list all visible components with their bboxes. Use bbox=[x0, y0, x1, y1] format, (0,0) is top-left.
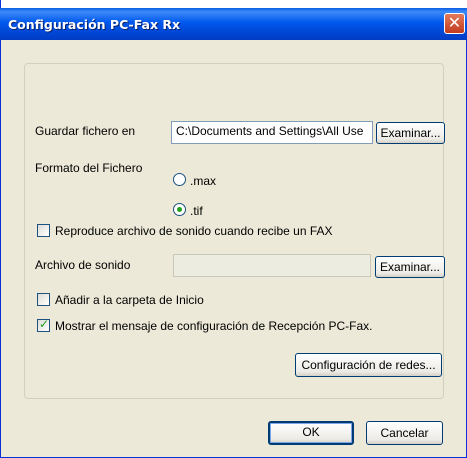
format-max-label[interactable]: .max bbox=[190, 174, 216, 188]
file-format-label: Formato del Fichero bbox=[35, 161, 143, 175]
ok-button[interactable]: OK bbox=[268, 421, 354, 445]
show-config-message-label[interactable]: Mostrar el mensaje de configuración de R… bbox=[55, 319, 372, 333]
window-title: Configuración PC-Fax Rx bbox=[8, 17, 181, 32]
browse-sound-file-button[interactable]: Examinar... bbox=[375, 256, 445, 278]
play-sound-label[interactable]: Reproduce archivo de sonido cuando recib… bbox=[55, 224, 333, 238]
save-location-label: Guardar fichero en bbox=[35, 124, 136, 138]
close-button[interactable]: ✕ bbox=[444, 13, 465, 34]
sound-file-field[interactable] bbox=[173, 254, 371, 277]
add-to-startup-label[interactable]: Añadir a la carpeta de Inicio bbox=[55, 293, 204, 307]
show-config-message-checkbox[interactable] bbox=[37, 317, 50, 332]
format-tif-label[interactable]: .tif bbox=[190, 204, 203, 218]
title-bar[interactable]: Configuración PC-Fax Rx ✕ bbox=[0, 8, 467, 40]
add-to-startup-checkbox[interactable] bbox=[37, 293, 50, 306]
format-tif-radio[interactable] bbox=[173, 203, 186, 216]
save-path-field[interactable]: C:\Documents and Settings\All Use bbox=[171, 121, 373, 144]
network-settings-button[interactable]: Configuración de redes... bbox=[295, 353, 442, 377]
format-max-radio[interactable] bbox=[173, 173, 186, 186]
close-icon: ✕ bbox=[447, 13, 462, 32]
window-top-strip bbox=[1, 0, 467, 8]
play-sound-checkbox[interactable] bbox=[37, 224, 50, 237]
cancel-button[interactable]: Cancelar bbox=[366, 421, 443, 445]
dialog-window: Configuración PC-Fax Rx ✕ Guardar ficher… bbox=[0, 0, 467, 458]
browse-save-path-button[interactable]: Examinar... bbox=[376, 122, 445, 144]
sound-file-label: Archivo de sonido bbox=[35, 258, 131, 272]
